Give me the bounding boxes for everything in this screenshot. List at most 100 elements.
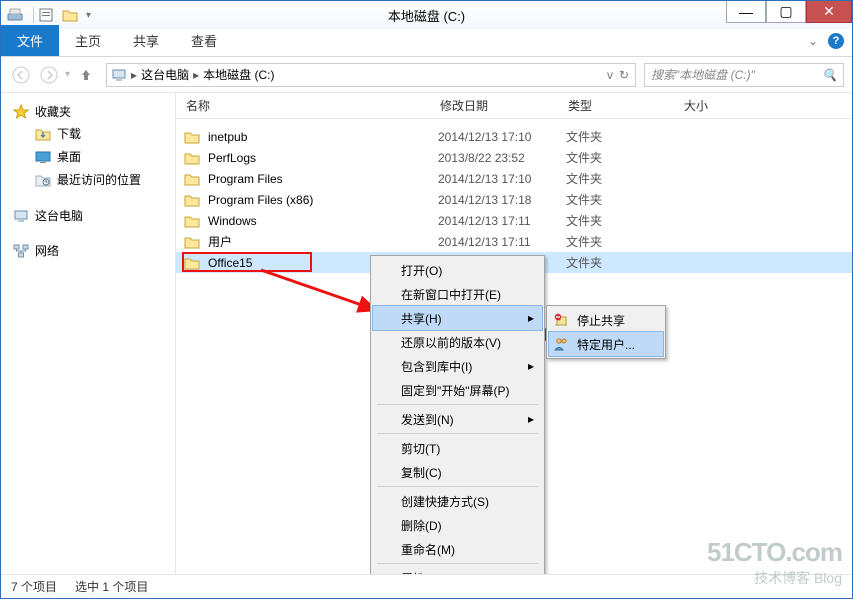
file-row[interactable]: Program Files2014/12/13 17:10文件夹 bbox=[176, 168, 852, 189]
breadcrumb-seg-drive[interactable]: 本地磁盘 (C:) bbox=[203, 66, 274, 83]
file-row[interactable]: inetpub2014/12/13 17:10文件夹 bbox=[176, 126, 852, 147]
status-bar: 7 个项目 选中 1 个项目 bbox=[1, 574, 852, 598]
file-row[interactable]: Windows2014/12/13 17:11文件夹 bbox=[176, 210, 852, 231]
minimize-button[interactable]: — bbox=[726, 1, 766, 23]
column-headers: 名称 修改日期 类型 大小 bbox=[176, 93, 852, 119]
menu-properties[interactable]: 属性(R) bbox=[373, 566, 542, 574]
file-type: 文件夹 bbox=[566, 233, 682, 250]
file-type: 文件夹 bbox=[566, 149, 682, 166]
sidebar-network[interactable]: 网络 bbox=[1, 240, 175, 261]
file-row[interactable]: Program Files (x86)2014/12/13 17:18文件夹 bbox=[176, 189, 852, 210]
submenu-stop-sharing[interactable]: 停止共享 bbox=[549, 308, 663, 332]
menu-restore-previous[interactable]: 还原以前的版本(V) bbox=[373, 330, 542, 354]
desktop-icon bbox=[35, 150, 51, 164]
file-date: 2014/12/13 17:11 bbox=[438, 214, 566, 228]
navigation-pane: 收藏夹 下载 桌面 最近访问的位置 这台电脑 bbox=[1, 93, 176, 574]
file-name: inetpub bbox=[208, 130, 438, 144]
search-input[interactable]: 搜索"本地磁盘 (C:)" 🔍 bbox=[644, 63, 844, 87]
menu-pin-to-start[interactable]: 固定到"开始"屏幕(P) bbox=[373, 378, 542, 402]
properties-icon[interactable] bbox=[38, 8, 54, 22]
menu-share[interactable]: 共享(H)▸ bbox=[373, 306, 542, 330]
folder-icon bbox=[184, 193, 200, 207]
folder-icon bbox=[184, 256, 200, 270]
sidebar-thispc[interactable]: 这台电脑 bbox=[1, 205, 175, 226]
file-type: 文件夹 bbox=[566, 254, 682, 271]
ribbon-expand-icon[interactable]: ⌄ bbox=[808, 34, 818, 48]
folder-icon bbox=[184, 235, 200, 249]
file-type: 文件夹 bbox=[566, 212, 682, 229]
search-icon: 🔍 bbox=[822, 68, 837, 82]
file-date: 2013/8/22 23:52 bbox=[438, 151, 566, 165]
file-name: PerfLogs bbox=[208, 151, 438, 165]
file-date: 2014/12/13 17:10 bbox=[438, 172, 566, 186]
refresh-icon[interactable]: ↻ bbox=[619, 68, 629, 82]
status-selected-count: 选中 1 个项目 bbox=[75, 578, 148, 595]
folder-icon bbox=[184, 214, 200, 228]
breadcrumb-seg-thispc[interactable]: 这台电脑 bbox=[141, 66, 189, 83]
forward-button[interactable] bbox=[37, 63, 61, 87]
file-name: Program Files (x86) bbox=[208, 193, 438, 207]
col-type[interactable]: 类型 bbox=[558, 97, 674, 114]
folder-icon bbox=[184, 130, 200, 144]
content-area: 收藏夹 下载 桌面 最近访问的位置 这台电脑 bbox=[1, 93, 852, 574]
menu-copy[interactable]: 复制(C) bbox=[373, 460, 542, 484]
file-name: Windows bbox=[208, 214, 438, 228]
file-name: 用户 bbox=[208, 233, 438, 250]
window-title: 本地磁盘 (C:) bbox=[1, 6, 852, 25]
download-folder-icon bbox=[35, 127, 51, 141]
folder-icon bbox=[184, 172, 200, 186]
drive-icon bbox=[7, 8, 23, 22]
file-type: 文件夹 bbox=[566, 170, 682, 187]
tab-share[interactable]: 共享 bbox=[117, 25, 175, 56]
sidebar-item-recent[interactable]: 最近访问的位置 bbox=[1, 168, 175, 191]
menu-cut[interactable]: 剪切(T) bbox=[373, 436, 542, 460]
folder-icon bbox=[184, 151, 200, 165]
maximize-button[interactable]: ▢ bbox=[766, 1, 806, 23]
tab-file[interactable]: 文件 bbox=[1, 25, 59, 56]
address-bar[interactable]: ▸ 这台电脑 ▸ 本地磁盘 (C:) v ↻ bbox=[106, 63, 636, 87]
close-button[interactable]: ✕ bbox=[806, 1, 852, 23]
col-date[interactable]: 修改日期 bbox=[430, 97, 558, 114]
file-date: 2014/12/13 17:18 bbox=[438, 193, 566, 207]
qat-dropdown-icon[interactable]: ▾ bbox=[86, 10, 91, 21]
col-size[interactable]: 大小 bbox=[674, 97, 852, 114]
breadcrumb-dropdown-icon[interactable]: v bbox=[607, 68, 613, 82]
file-type: 文件夹 bbox=[566, 191, 682, 208]
status-item-count: 7 个项目 bbox=[11, 578, 57, 595]
menu-open[interactable]: 打开(O) bbox=[373, 258, 542, 282]
sidebar-item-desktop[interactable]: 桌面 bbox=[1, 145, 175, 168]
file-row[interactable]: PerfLogs2013/8/22 23:52文件夹 bbox=[176, 147, 852, 168]
users-icon bbox=[553, 337, 569, 351]
file-type: 文件夹 bbox=[566, 128, 682, 145]
history-dropdown-icon[interactable]: ▾ bbox=[65, 69, 70, 80]
menu-rename[interactable]: 重命名(M) bbox=[373, 537, 542, 561]
file-date: 2014/12/13 17:10 bbox=[438, 130, 566, 144]
stop-share-icon bbox=[553, 313, 569, 327]
submenu-specific-users[interactable]: 特定用户... bbox=[549, 332, 663, 356]
tab-view[interactable]: 查看 bbox=[175, 25, 233, 56]
tab-home[interactable]: 主页 bbox=[59, 25, 117, 56]
submenu-arrow-icon: ▸ bbox=[528, 359, 534, 373]
menu-include-in-library[interactable]: 包含到库中(I)▸ bbox=[373, 354, 542, 378]
recent-icon bbox=[35, 173, 51, 187]
col-name[interactable]: 名称 bbox=[176, 97, 430, 114]
menu-open-new-window[interactable]: 在新窗口中打开(E) bbox=[373, 282, 542, 306]
star-icon bbox=[13, 105, 29, 119]
up-button[interactable] bbox=[74, 63, 98, 87]
computer-icon bbox=[13, 209, 29, 223]
menu-send-to[interactable]: 发送到(N)▸ bbox=[373, 407, 542, 431]
file-row[interactable]: 用户2014/12/13 17:11文件夹 bbox=[176, 231, 852, 252]
menu-delete[interactable]: 删除(D) bbox=[373, 513, 542, 537]
sidebar-favorites-header[interactable]: 收藏夹 bbox=[1, 101, 175, 122]
pc-icon bbox=[111, 68, 127, 82]
menu-create-shortcut[interactable]: 创建快捷方式(S) bbox=[373, 489, 542, 513]
help-icon[interactable]: ? bbox=[828, 33, 844, 49]
context-menu: 打开(O) 在新窗口中打开(E) 共享(H)▸ 还原以前的版本(V) 包含到库中… bbox=[370, 255, 545, 574]
submenu-arrow-icon: ▸ bbox=[528, 311, 534, 325]
search-placeholder: 搜索"本地磁盘 (C:)" bbox=[651, 66, 755, 83]
quick-access-toolbar: ▾ bbox=[38, 8, 91, 22]
new-folder-icon[interactable] bbox=[62, 8, 78, 22]
explorer-window: ▾ 本地磁盘 (C:) — ▢ ✕ 文件 主页 共享 查看 ⌄ ? ▾ ▸ 这台… bbox=[0, 0, 853, 599]
sidebar-item-downloads[interactable]: 下载 bbox=[1, 122, 175, 145]
back-button[interactable] bbox=[9, 63, 33, 87]
